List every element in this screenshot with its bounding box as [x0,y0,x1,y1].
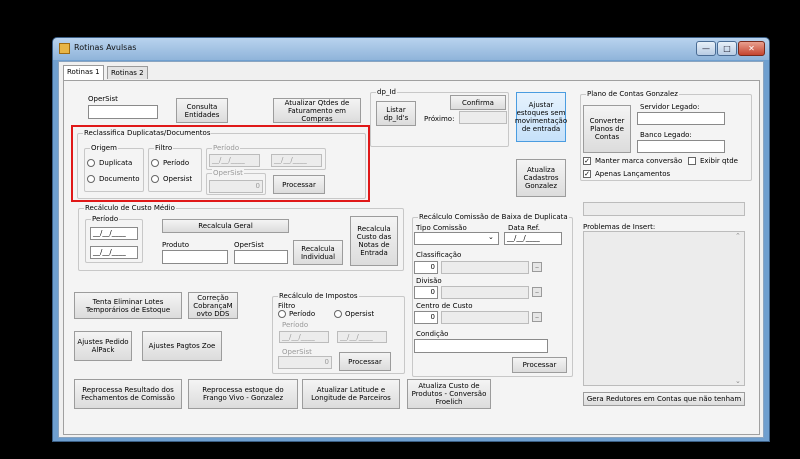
custo-date-to[interactable]: __/__/____ [90,246,138,259]
apenas-lancamentos-checkbox[interactable]: ✓ [583,170,591,178]
impostos-periodo-radio[interactable] [278,310,286,318]
ajustar-estoques-button[interactable]: Ajustar estoques sem movimentação de ent… [515,92,567,142]
condicao-input[interactable] [414,339,548,353]
comissao-processar-button[interactable]: Processar [512,357,567,373]
data-ref-label: Data Ref. [508,224,540,232]
divisao-desc [441,286,529,299]
proximo-input[interactable] [459,111,507,124]
impostos-processar-button[interactable]: Processar [339,352,391,371]
impostos-periodo-title: Período [282,321,309,329]
app-icon [59,43,70,54]
classificacao-input[interactable]: 0 [414,261,438,274]
impostos-periodo-label: Período [289,310,316,318]
banco-legado-label: Banco Legado: [640,131,692,139]
progress-field [583,202,745,216]
ajustes-pedido-alpack-button[interactable]: Ajustes Pedido AlPack [74,331,132,361]
listar-dp-ids-button[interactable]: Listar dp_Id's [376,101,416,126]
problemas-insert-label: Problemas de Insert: [583,223,656,231]
manter-marca-label: Manter marca conversão [595,157,683,165]
scroll-up-icon[interactable]: ⌃ [735,232,741,240]
exibir-qtde-label: Exibir qtde [700,157,738,165]
problemas-insert-list[interactable] [583,231,745,386]
converter-planos-button[interactable]: Converter Planos de Contas [583,105,631,153]
data-ref-input[interactable]: __/__/____ [504,232,562,245]
classificacao-label: Classificação [416,251,462,259]
produto-label: Produto [162,241,190,249]
plano-contas-title: Plano de Contas Gonzalez [586,90,679,98]
reprocessa-resultado-button[interactable]: Reprocessa Resultado dos Fechamentos de … [74,379,182,409]
servidor-legado-label: Servidor Legado: [640,103,700,111]
reprocessa-estoque-button[interactable]: Reprocessa estoque do Frango Vivo - Gonz… [188,379,298,409]
divisao-lookup-button[interactable]: .. [532,287,542,297]
tipo-comissao-select[interactable] [414,232,499,245]
produto-input[interactable] [162,250,228,264]
classificacao-desc [441,261,529,274]
atualizar-latitude-button[interactable]: Atualizar Latitude e Longitude de Parcei… [302,379,400,409]
impostos-date-to[interactable]: __/__/____ [337,331,387,343]
tab-page-rotinas-1: OperSist Consulta Entidades Atualizar Qt… [63,80,760,435]
title-bar[interactable]: Rotinas Avulsas — □ ✕ [53,38,769,60]
tipo-comissao-chevron-icon[interactable]: ⌄ [488,233,494,241]
divisao-label: Divisão [416,277,442,285]
banco-legado-input[interactable] [637,140,725,153]
impostos-date-from[interactable]: __/__/____ [279,331,329,343]
opersist-label: OperSist [88,95,118,103]
apenas-lancamentos-label: Apenas Lançamentos [595,170,671,178]
tipo-comissao-label: Tipo Comissão [416,224,467,232]
atualiza-custo-produtos-button[interactable]: Atualiza Custo de Produtos - Conversão F… [407,379,491,409]
impostos-opersist-radio[interactable] [334,310,342,318]
gera-redutores-button[interactable]: Gera Redutores em Contas que não tenham [583,392,745,406]
recalcula-geral-button[interactable]: Recalcula Geral [162,219,289,233]
classificacao-lookup-button[interactable]: .. [532,262,542,272]
custo-date-from[interactable]: __/__/____ [90,227,138,240]
proximo-label: Próximo: [424,115,455,123]
condicao-label: Condição [416,330,449,338]
atualiza-cadastros-button[interactable]: Atualiza Cadastros Gonzalez [516,159,566,197]
confirma-button[interactable]: Confirma [450,95,506,110]
exibir-qtde-checkbox[interactable] [688,157,696,165]
dp-id-group-title: dp_Id [376,88,397,96]
impostos-opersist-input[interactable]: 0 [278,356,332,369]
tab-rotinas-1[interactable]: Rotinas 1 [63,65,104,80]
centro-custo-label: Centro de Custo [416,302,473,310]
centro-custo-desc [441,311,529,324]
comissao-title: Recálculo Comissão de Baixa de Duplicata [418,213,569,221]
scroll-down-icon[interactable]: ⌄ [735,377,741,385]
atualizar-qtdes-button[interactable]: Atualizar Qtdes de Faturamento em Compra… [273,98,361,123]
centro-custo-input[interactable]: 0 [414,311,438,324]
impostos-title: Recálculo de Impostos [278,292,359,300]
window-title: Rotinas Avulsas [74,43,137,52]
correcao-cobranca-button[interactable]: Correção CobrançaM ovto DDS [188,292,238,319]
consulta-entidades-button[interactable]: Consulta Entidades [176,98,228,123]
main-window: Rotinas Avulsas — □ ✕ Rotinas 1 Rotinas … [52,37,770,442]
client-area: Rotinas 1 Rotinas 2 OperSist Consulta En… [58,61,764,438]
recalcula-individual-button[interactable]: Recalcula Individual [293,240,343,265]
manter-marca-checkbox[interactable]: ✓ [583,157,591,165]
custo-medio-title: Recálculo de Custo Médio [84,204,176,212]
impostos-filtro-title: Filtro [278,302,296,310]
recalcula-custo-notas-button[interactable]: Recalcula Custo das Notas de Entrada [350,216,398,266]
maximize-button[interactable]: □ [717,41,737,56]
custo-periodo-title: Período [91,215,120,223]
highlight-box [71,125,370,202]
impostos-opersist-title: OperSist [282,348,312,356]
servidor-legado-input[interactable] [637,112,725,125]
close-button[interactable]: ✕ [738,41,765,56]
centro-custo-lookup-button[interactable]: .. [532,312,542,322]
divisao-input[interactable]: 0 [414,286,438,299]
ajustes-pagtos-zoe-button[interactable]: Ajustes Pagtos Zoe [142,331,222,361]
custo-opersist-label: OperSist [234,241,264,249]
tab-rotinas-2[interactable]: Rotinas 2 [107,66,148,79]
impostos-opersist-label: Opersist [345,310,375,318]
tenta-eliminar-lotes-button[interactable]: Tenta Eliminar Lotes Temporários de Esto… [74,292,182,319]
custo-opersist-input[interactable] [234,250,288,264]
minimize-button[interactable]: — [696,41,716,56]
opersist-input[interactable] [88,105,158,119]
